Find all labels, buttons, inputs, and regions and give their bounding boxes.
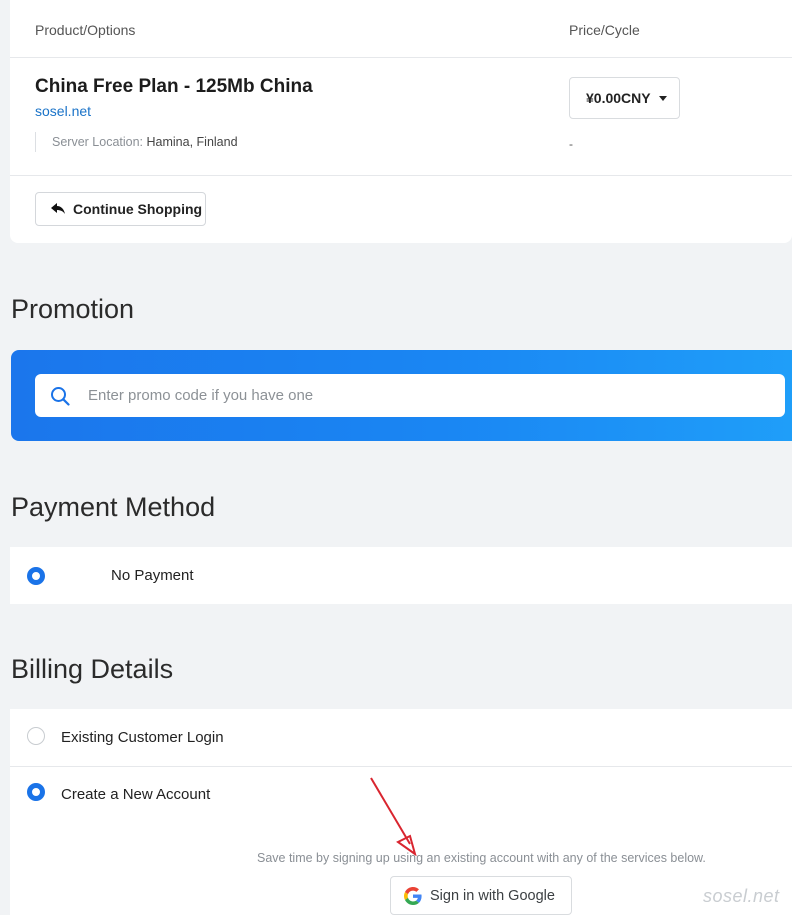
search-icon xyxy=(51,386,70,406)
product-name: China Free Plan - 125Mb China xyxy=(35,76,313,97)
existing-customer-radio[interactable] xyxy=(27,727,45,745)
payment-option-label: No Payment xyxy=(111,567,194,584)
continue-shopping-label: Continue Shopping xyxy=(73,201,203,217)
column-header-product: Product/Options xyxy=(35,22,136,38)
watermark-text: sosel.net xyxy=(703,886,780,906)
row-divider xyxy=(10,175,792,176)
payment-radio[interactable] xyxy=(27,567,45,585)
payment-method-heading: Payment Method xyxy=(11,492,216,522)
google-signin-button[interactable]: Sign in with Google xyxy=(390,876,572,915)
existing-customer-label[interactable]: Existing Customer Login xyxy=(61,729,224,746)
payment-method-card: No Payment xyxy=(10,547,792,604)
google-logo-icon xyxy=(404,886,422,905)
price-value: ¥0.00CNY xyxy=(586,90,651,106)
promo-field-wrapper xyxy=(35,374,785,417)
promotion-heading: Promotion xyxy=(11,294,135,324)
new-account-label[interactable]: Create a New Account xyxy=(61,786,210,803)
server-location-label: Server Location: xyxy=(52,135,144,149)
header-divider xyxy=(10,57,792,58)
chevron-down-icon xyxy=(658,95,667,101)
reply-arrow-icon xyxy=(51,203,65,214)
cart-table-card: Product/Options Price/Cycle China Free P… xyxy=(10,0,792,243)
billing-cycle-value: - xyxy=(569,137,573,151)
promo-code-input[interactable] xyxy=(86,386,730,405)
continue-shopping-button[interactable]: Continue Shopping xyxy=(35,192,206,226)
promo-banner xyxy=(11,350,792,441)
billing-details-heading: Billing Details xyxy=(11,654,174,684)
currency-price-dropdown[interactable]: ¥0.00CNY xyxy=(569,77,680,119)
google-signin-label: Sign in with Google xyxy=(430,887,555,904)
server-location: Server Location: Hamina, Finland xyxy=(35,132,238,152)
product-domain-link[interactable]: sosel.net xyxy=(35,103,91,119)
annotation-arrow-icon xyxy=(370,777,417,857)
server-location-value: Hamina, Finland xyxy=(146,135,238,149)
new-account-radio[interactable] xyxy=(27,783,45,801)
billing-divider xyxy=(10,766,792,767)
column-header-price: Price/Cycle xyxy=(569,22,640,38)
